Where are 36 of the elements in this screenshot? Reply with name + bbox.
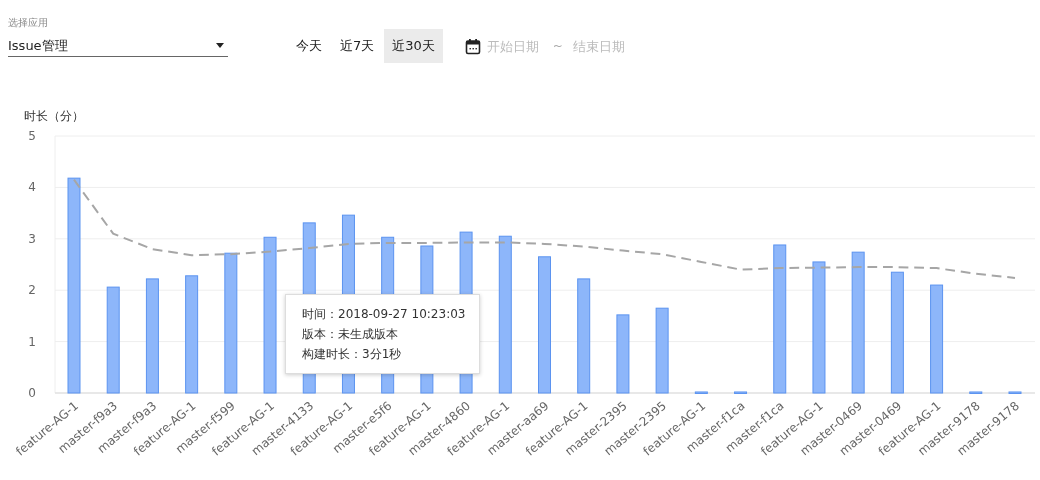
bar[interactable] <box>185 275 199 394</box>
axis-tick-label: 3 <box>28 231 36 246</box>
bar[interactable] <box>773 244 787 394</box>
bar[interactable] <box>890 271 904 394</box>
bar[interactable] <box>694 391 708 394</box>
caret-icon <box>216 43 224 48</box>
bar[interactable] <box>616 314 630 394</box>
bar[interactable] <box>498 235 512 394</box>
bar[interactable] <box>145 278 159 394</box>
range-tab[interactable]: 近7天 <box>332 29 383 63</box>
bar[interactable] <box>812 261 826 394</box>
select-field[interactable]: Issue管理 <box>8 35 228 57</box>
bar[interactable] <box>224 252 238 394</box>
field-label: 选择应用 <box>8 16 48 30</box>
axis-tick-label: 2 <box>28 283 36 298</box>
bar[interactable] <box>577 278 591 394</box>
axis-tick-label: 1 <box>28 334 36 349</box>
range-tab[interactable]: 近30天 <box>384 29 443 63</box>
bar[interactable] <box>969 391 983 394</box>
bar[interactable] <box>851 251 865 394</box>
bar[interactable] <box>1008 391 1022 394</box>
bar[interactable] <box>734 391 748 394</box>
axis-tick-label: 5 <box>28 129 36 143</box>
axis-tick-label: 4 <box>28 180 36 195</box>
range-tab[interactable]: 今天 <box>288 29 330 63</box>
bar[interactable] <box>67 177 81 394</box>
bar[interactable] <box>655 307 669 394</box>
bar[interactable] <box>538 256 551 394</box>
axis-tick-label: 0 <box>28 386 36 400</box>
calendar-icon[interactable] <box>464 37 481 55</box>
bar[interactable] <box>930 284 944 394</box>
bar[interactable] <box>106 286 120 394</box>
bar[interactable] <box>263 236 277 394</box>
axis-title: 时长（分） <box>24 109 84 123</box>
tooltip: 时间：2018-09-27 10:23:03 版本：未生成版本 构建时长：3分1秒 <box>285 294 481 374</box>
date-separator: ~ <box>552 39 563 53</box>
